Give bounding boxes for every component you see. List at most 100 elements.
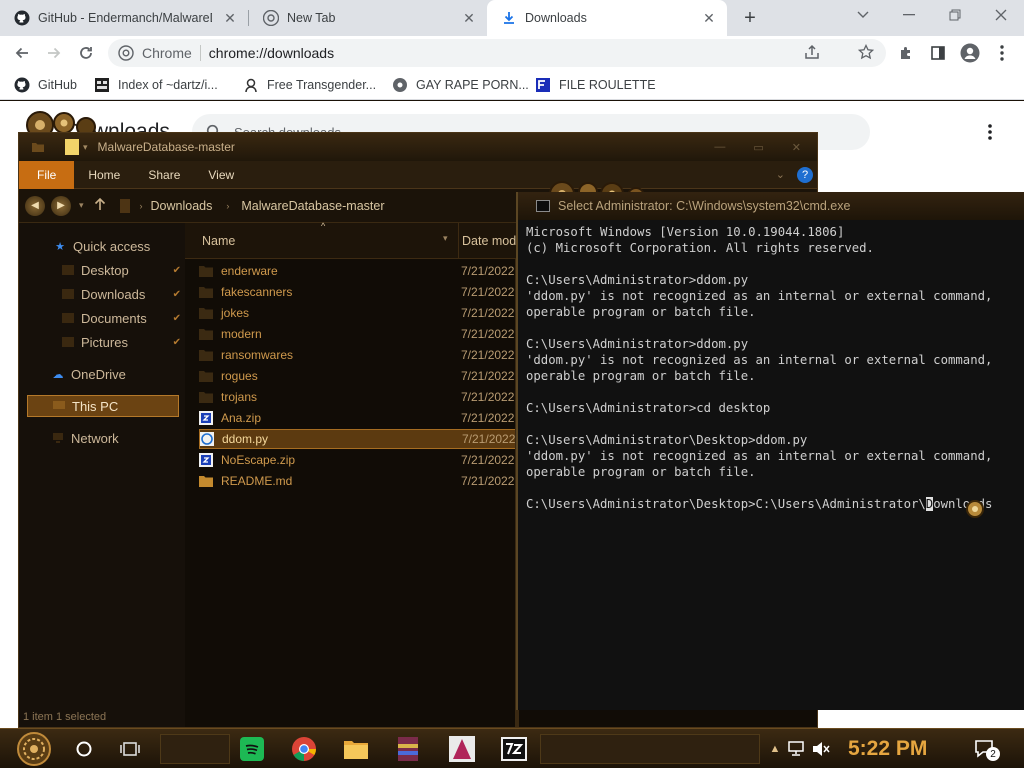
minimize-button[interactable] [886,0,932,30]
tab-title: New Tab [287,11,336,25]
nav-quick-access[interactable]: ★ Quick access [19,235,185,257]
taskbar-search-box[interactable] [160,734,230,764]
close-tab-icon[interactable]: ✕ [701,10,717,26]
zip-file-icon [199,411,213,425]
search-button[interactable] [68,733,100,765]
task-view-button[interactable] [114,733,146,765]
column-header-date[interactable]: Date modi [462,234,519,248]
site-icon [535,77,551,93]
zip-file-icon [199,453,213,467]
volume-muted-icon[interactable] [810,733,832,765]
close-tab-icon[interactable]: ✕ [461,10,477,26]
nav-label: Quick access [73,238,151,254]
bookmark-free-transgender[interactable]: Free Transgender... [243,76,376,94]
nav-onedrive[interactable]: ☁ OneDrive [19,363,185,385]
notification-count-badge: 2 [986,747,1000,761]
nav-label: Pictures [81,334,128,350]
address-bar[interactable]: Chrome chrome://downloads [108,39,886,67]
close-tab-icon[interactable]: ✕ [222,10,238,26]
bookmark-file-roulette[interactable]: FILE ROULETTE [535,76,656,94]
share-icon[interactable] [804,44,820,63]
desktop-icon [61,263,75,277]
spotify-icon[interactable] [236,733,268,765]
chevron-down-icon[interactable]: ▾ [83,142,88,153]
up-arrow-icon[interactable] [94,197,106,214]
nav-label: OneDrive [71,366,126,382]
bookmark-gay-rape-porn[interactable]: GAY RAPE PORN... [392,76,529,94]
breadcrumb-downloads[interactable]: Downloads [151,199,213,213]
taskbar-running-area [540,734,760,764]
chrome-icon [118,45,134,61]
close-window-button[interactable]: ✕ [792,141,801,154]
ribbon-expand-icon[interactable]: ⌄ [776,168,785,181]
site-icon [243,77,259,93]
ribbon-tab-view[interactable]: View [194,161,248,189]
nav-pictures[interactable]: Pictures ✔ [19,331,185,353]
nav-downloads[interactable]: Downloads ✔ [19,283,185,305]
explorer-ribbon: File Home Share View ⌄ ? [19,160,817,189]
file-explorer-icon[interactable] [340,733,372,765]
help-icon[interactable]: ? [797,166,813,183]
forward-arrow-icon[interactable]: ▶ [51,195,71,216]
tab-new-tab[interactable]: New Tab ✕ [249,0,487,36]
side-panel-icon[interactable] [924,39,952,67]
mouse-cursor-icon [964,498,986,520]
site-info-chip[interactable]: Chrome [118,45,192,61]
chrome-icon[interactable] [288,733,320,765]
restore-button[interactable] [932,0,978,30]
browser-menu-icon[interactable] [988,39,1016,67]
console-output[interactable]: Microsoft Windows [Version 10.0.19044.18… [526,224,1024,704]
profile-avatar[interactable] [956,39,984,67]
minimize-button[interactable]: — [714,141,725,154]
nav-network[interactable]: Network [19,427,185,449]
bookmark-github[interactable]: GitHub [14,76,77,94]
start-button[interactable] [14,732,54,766]
recent-locations-icon[interactable]: ▾ [79,200,84,211]
notification-center-icon[interactable]: 2 [968,733,1002,765]
ribbon-tab-share[interactable]: Share [134,161,194,189]
restore-button[interactable]: ▭ [753,141,763,154]
tab-downloads[interactable]: Downloads ✕ [487,0,727,36]
command-prompt-window[interactable]: Select Administrator: C:\Windows\system3… [516,181,1024,710]
taskbar-clock[interactable]: 5:22 PM [848,735,927,763]
bookmark-label: GAY RAPE PORN... [416,78,529,92]
app-icon[interactable] [446,733,478,765]
close-window-button[interactable] [978,0,1024,30]
column-dropdown-icon[interactable]: ▾ [443,233,448,244]
ribbon-tab-home[interactable]: Home [74,161,134,189]
file-name: trojans [221,390,258,404]
explorer-title-bar[interactable]: ▾ MalwareDatabase-master — ▭ ✕ [19,133,817,161]
browser-toolbar: Chrome chrome://downloads [0,36,1024,70]
new-tab-button[interactable]: + [736,4,764,32]
tab-search-icon[interactable] [840,0,886,30]
github-icon [14,77,30,93]
nav-desktop[interactable]: Desktop ✔ [19,259,185,281]
file-name: jokes [221,306,250,320]
column-header-name[interactable]: Name [202,234,235,248]
cmd-title-bar[interactable]: Select Administrator: C:\Windows\system3… [518,192,1024,220]
bookmark-index-dartz[interactable]: Index of ~dartz/i... [94,76,218,94]
breadcrumb-current-folder[interactable]: MalwareDatabase-master [241,199,384,213]
file-date: 7/21/2022 [461,411,515,425]
winrar-icon[interactable] [392,733,424,765]
back-button[interactable] [8,39,36,67]
bookmark-star-icon[interactable] [857,43,875,63]
7zip-icon[interactable] [498,733,530,765]
extensions-icon[interactable] [892,39,920,67]
bookmark-label: Index of ~dartz/i... [118,78,218,92]
tab-github[interactable]: GitHub - Endermanch/MalwareDatabase ✕ [0,0,248,36]
downloads-menu-icon[interactable] [986,123,994,141]
reload-button[interactable] [72,39,100,67]
back-arrow-icon[interactable]: ◀ [25,195,45,216]
pin-icon: ✔ [172,312,181,324]
show-hidden-icons[interactable]: ▲ [766,733,784,765]
nav-this-pc[interactable]: This PC [27,395,179,417]
forward-button[interactable] [40,39,68,67]
console-line: 'ddom.py' is not recognized as an intern… [526,289,993,303]
file-date: 7/21/2022 [461,285,515,299]
ribbon-tab-file[interactable]: File [19,160,75,189]
nav-documents[interactable]: Documents ✔ [19,307,185,329]
network-icon[interactable] [786,733,806,765]
quick-folder-icon[interactable] [65,139,79,155]
